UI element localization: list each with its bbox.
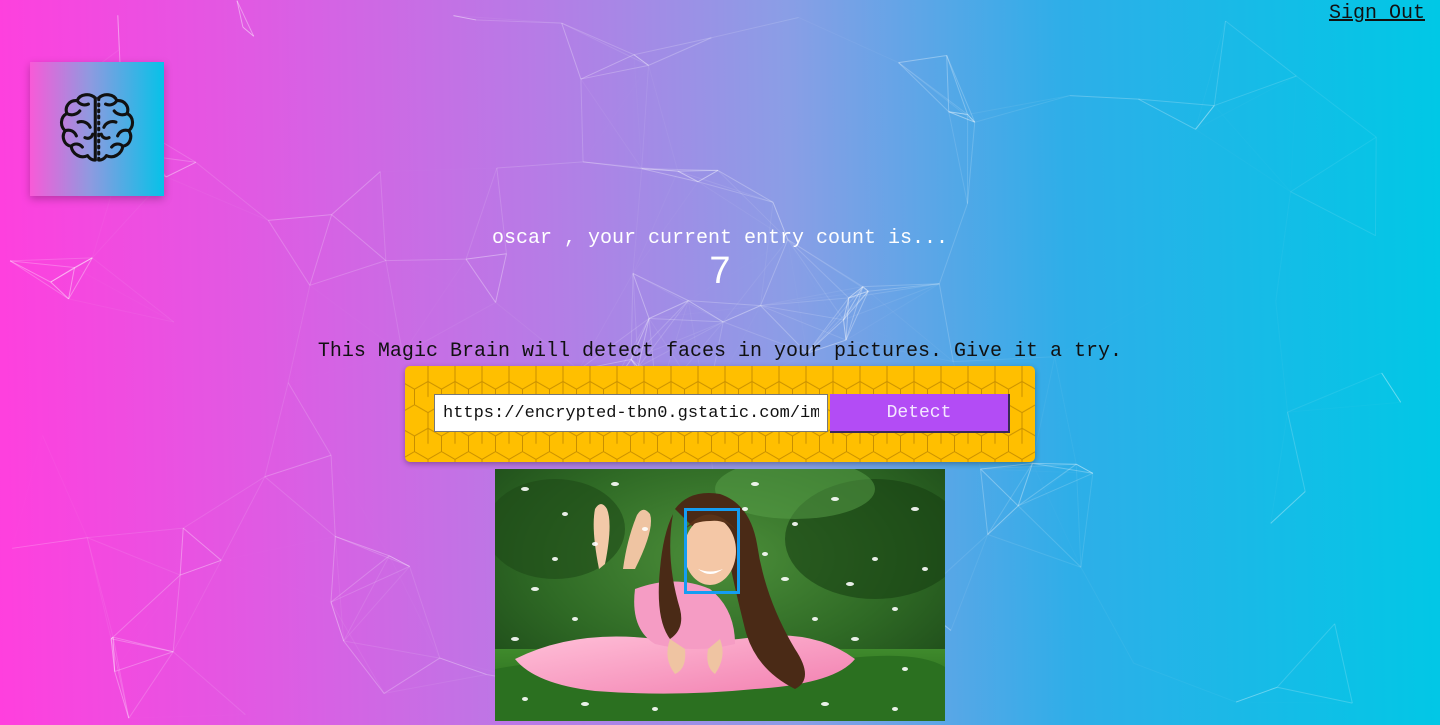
logo-card	[30, 62, 164, 196]
detect-button[interactable]: Detect	[830, 394, 1010, 433]
entry-count-value: 7	[709, 250, 731, 292]
image-link-form: Detect	[405, 366, 1035, 462]
app-tagline: This Magic Brain will detect faces in yo…	[317, 340, 1123, 363]
result-image	[495, 469, 945, 721]
face-bounding-box	[684, 508, 740, 594]
sign-out-link[interactable]: Sign Out	[1329, 2, 1425, 25]
image-url-input[interactable]	[434, 394, 828, 432]
girl-in-grass-photo	[495, 469, 945, 721]
entry-count-message: oscar , your current entry count is...	[491, 227, 949, 250]
brain-icon	[59, 93, 135, 162]
